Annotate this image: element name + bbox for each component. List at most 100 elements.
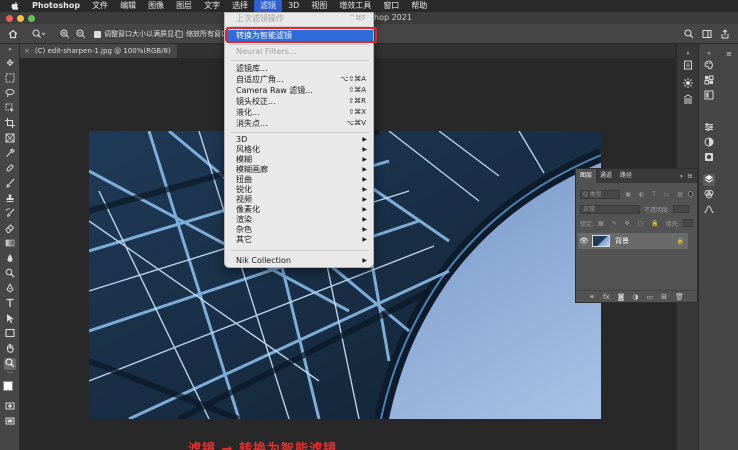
menu-view[interactable]: 视图 — [305, 0, 333, 12]
fill-input[interactable] — [682, 219, 693, 227]
masks-panel-icon[interactable] — [703, 152, 715, 164]
object-select-tool-icon[interactable] — [4, 103, 16, 115]
history-panel-icon[interactable] — [682, 60, 694, 72]
menu-type[interactable]: 文字 — [198, 0, 226, 12]
swatches-panel-icon[interactable] — [703, 75, 715, 87]
menu-3d[interactable]: 3D — [282, 0, 305, 12]
layer-row-background[interactable]: 👁 背景 🔒 — [578, 233, 688, 249]
brush-tool-icon[interactable] — [4, 178, 16, 190]
gradient-tool-icon[interactable] — [4, 238, 16, 250]
layers-panel-icon[interactable] — [703, 174, 715, 186]
apple-icon[interactable] — [10, 1, 20, 11]
new-layer-icon[interactable]: ⊞ — [661, 293, 667, 301]
dodge-tool-icon[interactable] — [4, 268, 16, 280]
history-brush-tool-icon[interactable] — [4, 208, 16, 220]
move-tool-icon[interactable]: ✥ — [4, 58, 16, 70]
path-selection-tool-icon[interactable] — [4, 313, 16, 325]
menu-item-vanishing-point[interactable]: 消失点... ⌥⌘V — [225, 118, 373, 129]
zoom-tool-icon[interactable] — [4, 358, 16, 370]
filter-toggle-icon[interactable] — [687, 191, 693, 197]
rectangle-tool-icon[interactable] — [4, 328, 16, 340]
menu-help[interactable]: 帮助 — [405, 0, 433, 12]
opacity-input[interactable] — [673, 205, 690, 213]
menu-item-other[interactable]: 其它 ▶ — [225, 234, 373, 245]
home-icon[interactable] — [8, 28, 18, 40]
tab-channels[interactable]: 通道 — [596, 169, 616, 183]
blur-tool-icon[interactable] — [4, 253, 16, 265]
libraries-panel-icon[interactable] — [682, 94, 694, 106]
screen-mode-icon[interactable] — [4, 416, 16, 428]
adjustments-panel-icon[interactable] — [682, 78, 694, 90]
menu-layer[interactable]: 图层 — [170, 0, 198, 12]
search-icon[interactable] — [684, 28, 694, 40]
document-tab[interactable]: × (C) edit-sharpen-1.jpg @ 100%(RGB/8) — [20, 44, 177, 58]
add-mask-icon[interactable]: ◙ — [618, 293, 625, 301]
crop-tool-icon[interactable] — [4, 118, 16, 130]
visibility-eye-icon[interactable]: 👁 — [578, 237, 590, 245]
adjustment-layer-icon[interactable]: ◑ — [632, 293, 638, 301]
frame-tool-icon[interactable] — [4, 133, 16, 145]
menu-filter[interactable]: 滤镜 — [254, 0, 283, 12]
type-tool-icon[interactable] — [4, 298, 16, 310]
layer-filter-icons[interactable]: ▣ ◐ T ▭ ▤ — [625, 191, 686, 198]
hand-tool-icon[interactable] — [4, 343, 16, 355]
menu-item-liquify[interactable]: 液化... ⇧⌘X — [225, 107, 373, 118]
close-window-button[interactable] — [6, 15, 13, 22]
menu-item-camera-raw[interactable]: Camera Raw 滤镜... ⇧⌘A — [225, 85, 373, 96]
delete-layer-icon[interactable]: 🗑 — [675, 293, 684, 301]
marquee-tool-icon[interactable] — [4, 73, 16, 85]
layer-name[interactable]: 背景 — [615, 236, 629, 246]
paths-panel-icon[interactable] — [703, 204, 715, 216]
close-tab-icon[interactable]: × — [24, 47, 30, 55]
menu-app-photoshop[interactable]: Photoshop — [26, 0, 86, 12]
new-group-icon[interactable]: ▭ — [647, 293, 654, 301]
menu-file[interactable]: 文件 — [86, 0, 114, 12]
menu-edit[interactable]: 编辑 — [114, 0, 142, 12]
zoom-tool-icon[interactable] — [32, 28, 46, 40]
lock-icons[interactable]: ▦ ✎ ✥ ▢ 🔒 — [598, 220, 662, 227]
minimize-window-button[interactable] — [17, 15, 24, 22]
menu-item-lens-correction[interactable]: 镜头校正... ⇧⌘R — [225, 96, 373, 107]
dock-menu-icon[interactable]: ≡ — [723, 48, 735, 60]
panel-collapse-icon[interactable]: » — [679, 173, 687, 180]
channels-panel-icon[interactable] — [703, 189, 715, 201]
more-tools-icon[interactable]: ··· — [4, 371, 16, 377]
fx-icon[interactable]: fx — [603, 293, 610, 301]
menu-item-filter-gallery[interactable]: 滤镜库... — [225, 63, 373, 74]
panel-expand-icon[interactable]: « — [682, 48, 694, 60]
menu-item-adaptive-wide-angle[interactable]: 自适应广角... ⌥⇧⌘A — [225, 74, 373, 85]
menu-item-nik-collection[interactable]: Nik Collection ▶ — [225, 255, 373, 266]
fit-window-option[interactable]: 调整窗口大小以满屏显示 — [94, 28, 181, 40]
eyedropper-tool-icon[interactable] — [4, 148, 16, 160]
zoom-in-icon[interactable] — [60, 28, 70, 40]
zoom-out-icon[interactable] — [76, 28, 86, 40]
gradients-panel-icon[interactable] — [703, 90, 715, 102]
properties-panel-icon[interactable] — [703, 122, 715, 134]
panel-menu-icon[interactable]: ≡ — [687, 172, 697, 180]
menu-plugins[interactable]: 增效工具 — [333, 0, 377, 12]
toolbar-collapse-icon[interactable]: » — [4, 47, 16, 53]
blend-mode-select[interactable]: 正常 — [580, 204, 640, 214]
color-swatches[interactable] — [3, 381, 19, 397]
healing-brush-tool-icon[interactable] — [4, 163, 16, 175]
clone-stamp-tool-icon[interactable] — [4, 193, 16, 205]
layer-kind-filter[interactable]: Q 类型 — [580, 189, 621, 199]
share-icon[interactable] — [720, 28, 730, 40]
zoom-window-button[interactable] — [28, 15, 35, 22]
workspace-icon[interactable] — [702, 28, 712, 40]
tab-layers[interactable]: 图层 — [576, 169, 597, 183]
menu-item-last-filter[interactable]: 上次滤镜操作 ^⌘F — [225, 13, 373, 24]
color-panel-icon[interactable] — [703, 60, 715, 72]
menu-image[interactable]: 图像 — [142, 0, 170, 12]
link-layers-icon[interactable]: ⚭ — [589, 293, 595, 301]
fit-window-checkbox[interactable] — [94, 30, 101, 38]
quick-mask-icon[interactable] — [4, 401, 16, 413]
pen-tool-icon[interactable] — [4, 282, 16, 295]
adjustments-icon[interactable] — [703, 137, 715, 149]
lasso-tool-icon[interactable] — [4, 88, 16, 100]
menu-window[interactable]: 窗口 — [377, 0, 405, 12]
eraser-tool-icon[interactable] — [4, 223, 16, 235]
dock-collapse-icon[interactable]: » — [703, 48, 715, 60]
tab-paths[interactable]: 路径 — [616, 169, 636, 183]
zoom-all-option[interactable]: 缩放所有窗口 — [176, 28, 228, 40]
